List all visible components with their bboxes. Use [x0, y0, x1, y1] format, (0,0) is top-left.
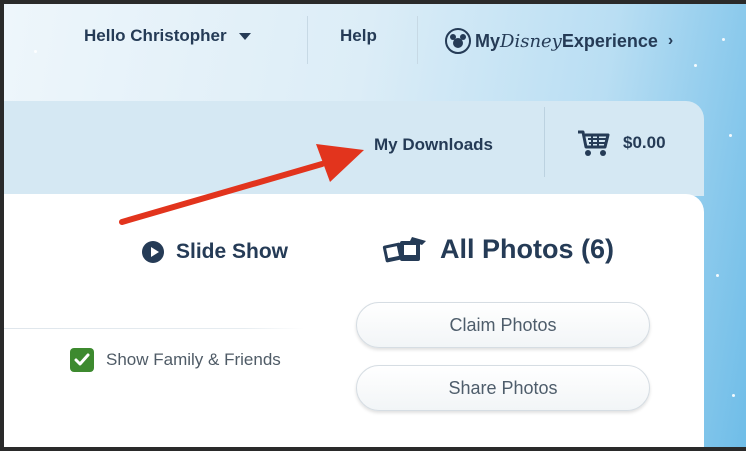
user-menu[interactable]: Hello Christopher: [84, 26, 251, 46]
photos-icon: [382, 236, 426, 262]
shopping-cart-icon: [578, 130, 610, 156]
app-window: Hello Christopher Help My Disney Experienc…: [0, 0, 746, 451]
photos-panel: Slide Show All Photos (6) Show Family & …: [4, 194, 704, 447]
slide-show-label: Slide Show: [176, 240, 289, 263]
caret-down-icon: [238, 32, 251, 40]
checkbox[interactable]: [70, 348, 94, 372]
secondary-toolbar: My Downloads $0.00: [4, 101, 704, 196]
brand-script: Disney: [500, 30, 562, 52]
nav-divider: [307, 16, 308, 64]
chevron-right-icon: ›: [667, 32, 674, 49]
show-family-toggle[interactable]: Show Family & Friends: [70, 348, 281, 372]
share-photos-button[interactable]: Share Photos: [356, 365, 650, 411]
brand-wordmark: My Disney Experience: [475, 31, 658, 52]
sparkle: [732, 394, 735, 397]
play-circle-icon: [142, 241, 164, 263]
sparkle: [716, 274, 719, 277]
toolbar-divider: [544, 107, 545, 177]
section-divider: [4, 328, 304, 329]
cart-total: $0.00: [623, 133, 666, 152]
global-nav: Hello Christopher Help My Disney Experienc…: [4, 4, 746, 84]
claim-photos-button[interactable]: Claim Photos: [356, 302, 650, 348]
sparkle: [729, 134, 732, 137]
checkmark-icon: [74, 353, 90, 366]
my-disney-experience-link[interactable]: My Disney Experience ›: [445, 28, 673, 54]
cart-button[interactable]: $0.00: [577, 129, 666, 157]
mickey-logo-icon: [445, 28, 471, 54]
help-link[interactable]: Help: [340, 26, 377, 46]
greeting-label: Hello Christopher: [84, 26, 227, 45]
nav-divider: [417, 16, 418, 64]
all-photos-heading: All Photos (6): [382, 234, 614, 265]
slide-show-button[interactable]: Slide Show: [142, 240, 288, 264]
brand-suffix: Experience: [561, 30, 658, 51]
brand-prefix: My: [475, 30, 501, 51]
show-family-label: Show Family & Friends: [106, 350, 281, 369]
all-photos-label: All Photos (6): [440, 234, 614, 264]
my-downloads-link[interactable]: My Downloads: [374, 135, 493, 155]
